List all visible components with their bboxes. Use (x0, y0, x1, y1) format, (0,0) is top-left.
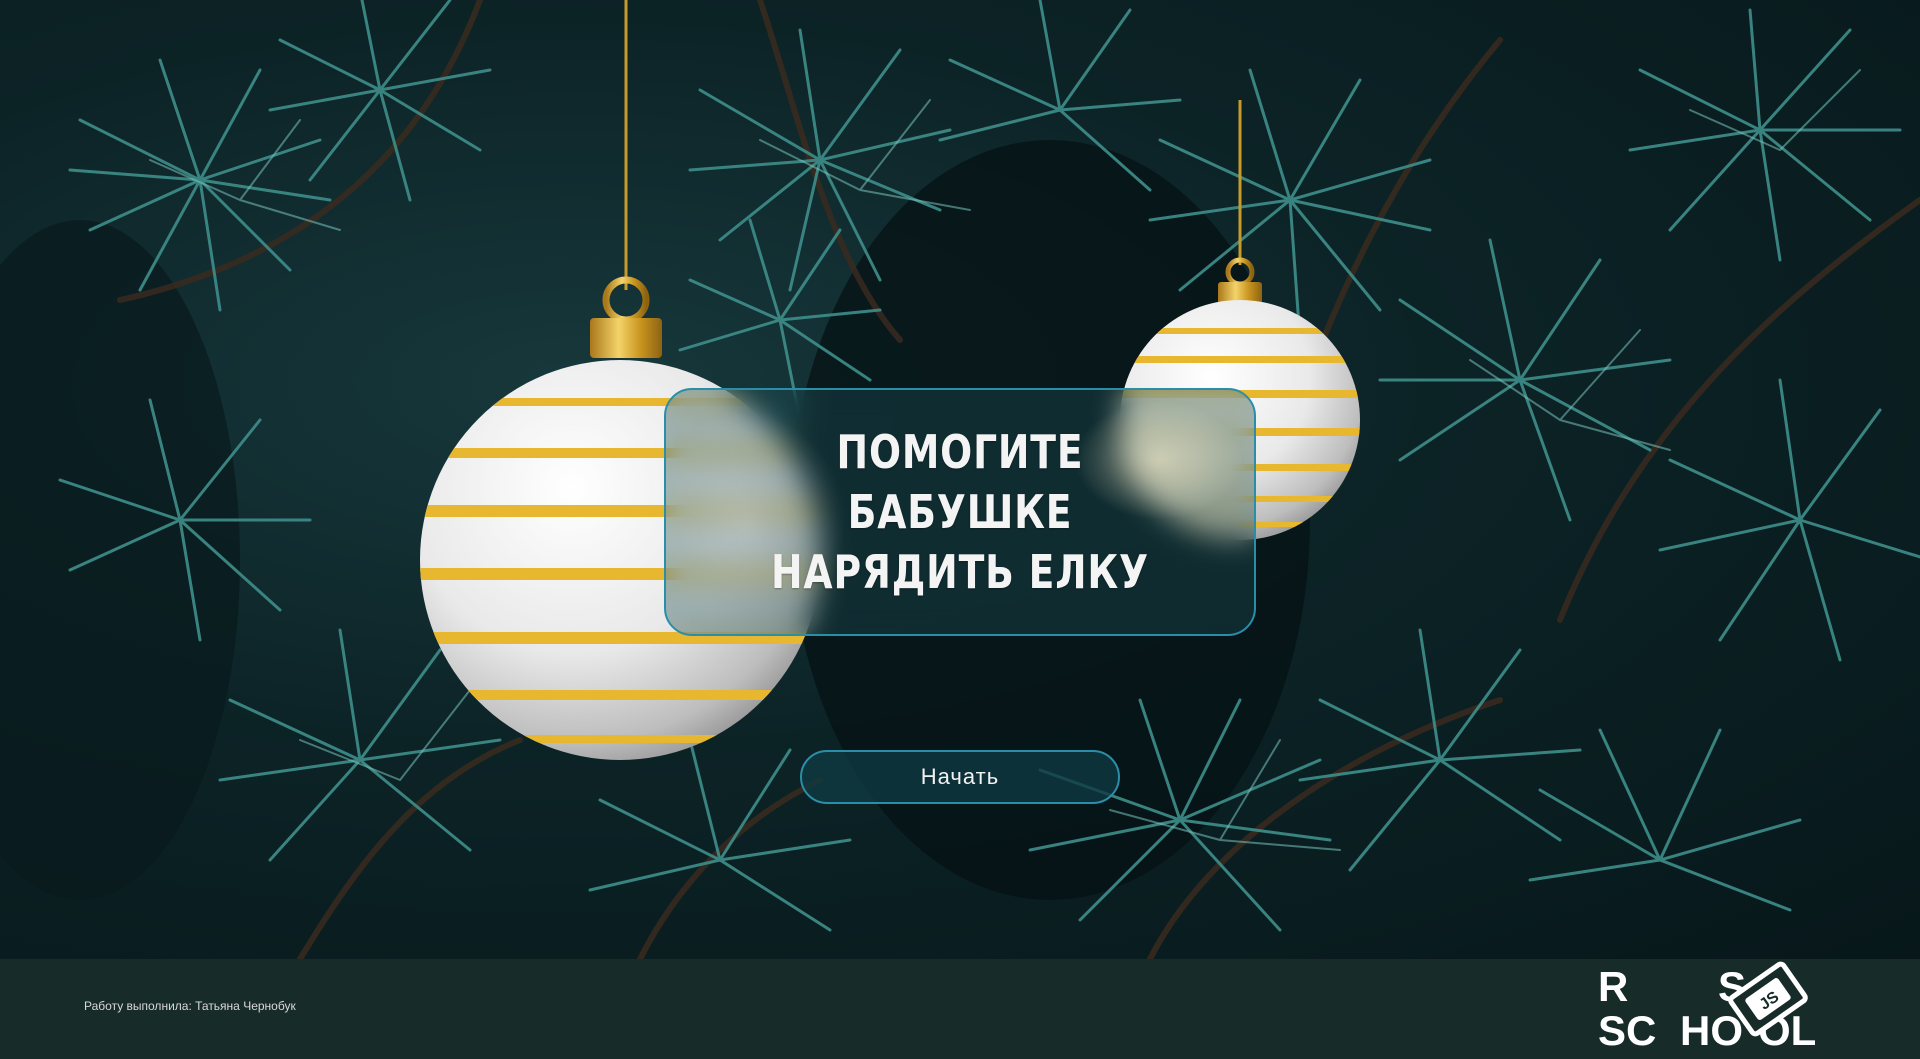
hero-section: ПОМОГИТЕ БАБУШКЕ НАРЯДИТЬ ЕЛКУ Начать (0, 0, 1920, 959)
svg-text:SC: SC (1598, 1007, 1656, 1054)
page-title: ПОМОГИТЕ БАБУШКЕ НАРЯДИТЬ ЕЛКУ (719, 422, 1201, 602)
start-page: ПОМОГИТЕ БАБУШКЕ НАРЯДИТЬ ЕЛКУ Начать Ра… (0, 0, 1920, 1059)
title-line-2: НАРЯДИТЬ ЕЛКУ (771, 545, 1149, 599)
author-credit: Работу выполнила: Татьяна Чернобук (84, 999, 296, 1013)
svg-text:HO: HO (1680, 1007, 1743, 1054)
svg-text:R: R (1598, 963, 1628, 1010)
start-button[interactable]: Начать (800, 750, 1120, 804)
title-card: ПОМОГИТЕ БАБУШКЕ НАРЯДИТЬ ЕЛКУ (664, 388, 1256, 636)
title-line-1: ПОМОГИТЕ БАБУШКЕ (836, 425, 1084, 539)
rs-school-logo-icon[interactable]: R S SC HO OL JS (1598, 959, 1838, 1059)
footer: Работу выполнила: Татьяна Чернобук R S S… (0, 959, 1920, 1059)
large-ornament (420, 0, 820, 760)
